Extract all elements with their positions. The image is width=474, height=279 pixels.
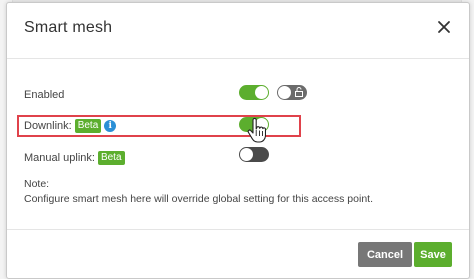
downlink-label: Downlink: [24, 120, 72, 132]
smart-mesh-dialog: Smart mesh Enabled Downlink: Beta i Manu… [6, 2, 470, 279]
beta-badge: Beta [74, 119, 102, 133]
manual-uplink-row: Manual uplink: Beta [24, 151, 125, 165]
close-icon[interactable] [437, 20, 451, 34]
save-button[interactable]: Save [414, 242, 452, 267]
cancel-button[interactable]: Cancel [358, 242, 412, 267]
override-lock-toggle[interactable] [277, 85, 307, 100]
footer-divider [7, 229, 469, 230]
manual-uplink-toggle[interactable] [239, 147, 269, 162]
downlink-row: Downlink: Beta i [24, 119, 117, 133]
note-heading: Note: [24, 178, 50, 190]
unlock-icon [295, 87, 303, 97]
hand-cursor-icon [247, 117, 266, 143]
beta-badge: Beta [97, 151, 125, 165]
toggle-knob [278, 86, 291, 99]
dialog-title: Smart mesh [24, 19, 113, 36]
enabled-toggle[interactable] [239, 85, 269, 100]
info-icon[interactable]: i [104, 120, 117, 132]
toggle-knob [240, 148, 253, 161]
manual-uplink-label: Manual uplink: [24, 152, 95, 164]
header-divider [7, 58, 469, 59]
note-text: Configure smart mesh here will override … [24, 193, 373, 205]
toggle-knob [255, 86, 268, 99]
enabled-label: Enabled [24, 89, 65, 101]
enabled-row: Enabled [24, 89, 64, 101]
